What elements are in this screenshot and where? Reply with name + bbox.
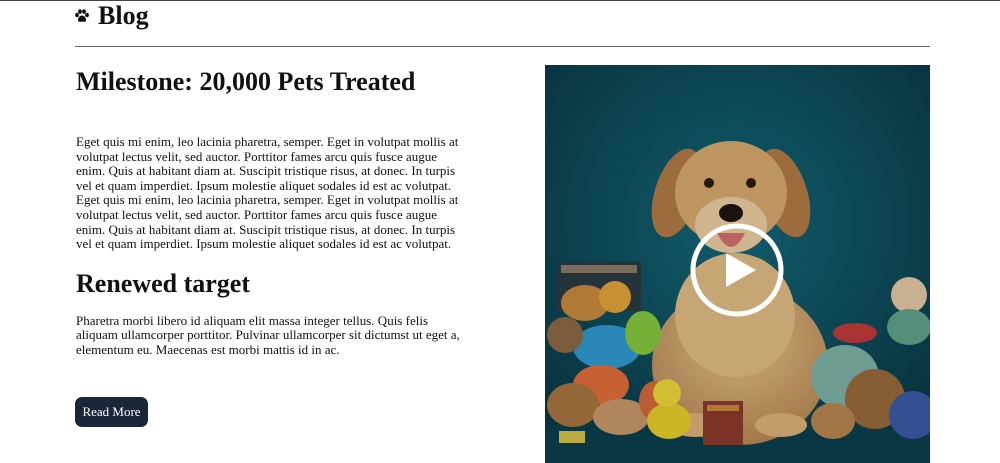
- read-more-button[interactable]: Read More: [75, 397, 148, 427]
- article-intro: Eget quis mi enim, leo lacinia pharetra,…: [76, 134, 459, 252]
- play-icon: [690, 223, 784, 317]
- article-title: Milestone: 20,000 Pets Treated: [76, 67, 416, 96]
- paw-icon: [74, 8, 90, 24]
- play-button[interactable]: [690, 223, 784, 317]
- site-header: Blog: [74, 1, 149, 31]
- header-divider: [75, 46, 930, 47]
- blog-title[interactable]: Blog: [98, 1, 149, 31]
- top-border: [0, 0, 1000, 1]
- video-thumbnail[interactable]: [545, 65, 930, 463]
- section-body: Pharetra morbi libero id aliquam elit ma…: [76, 312, 460, 357]
- article-content: Milestone: 20,000 Pets Treated Eget quis…: [76, 60, 461, 358]
- section-title: Renewed target: [76, 268, 250, 298]
